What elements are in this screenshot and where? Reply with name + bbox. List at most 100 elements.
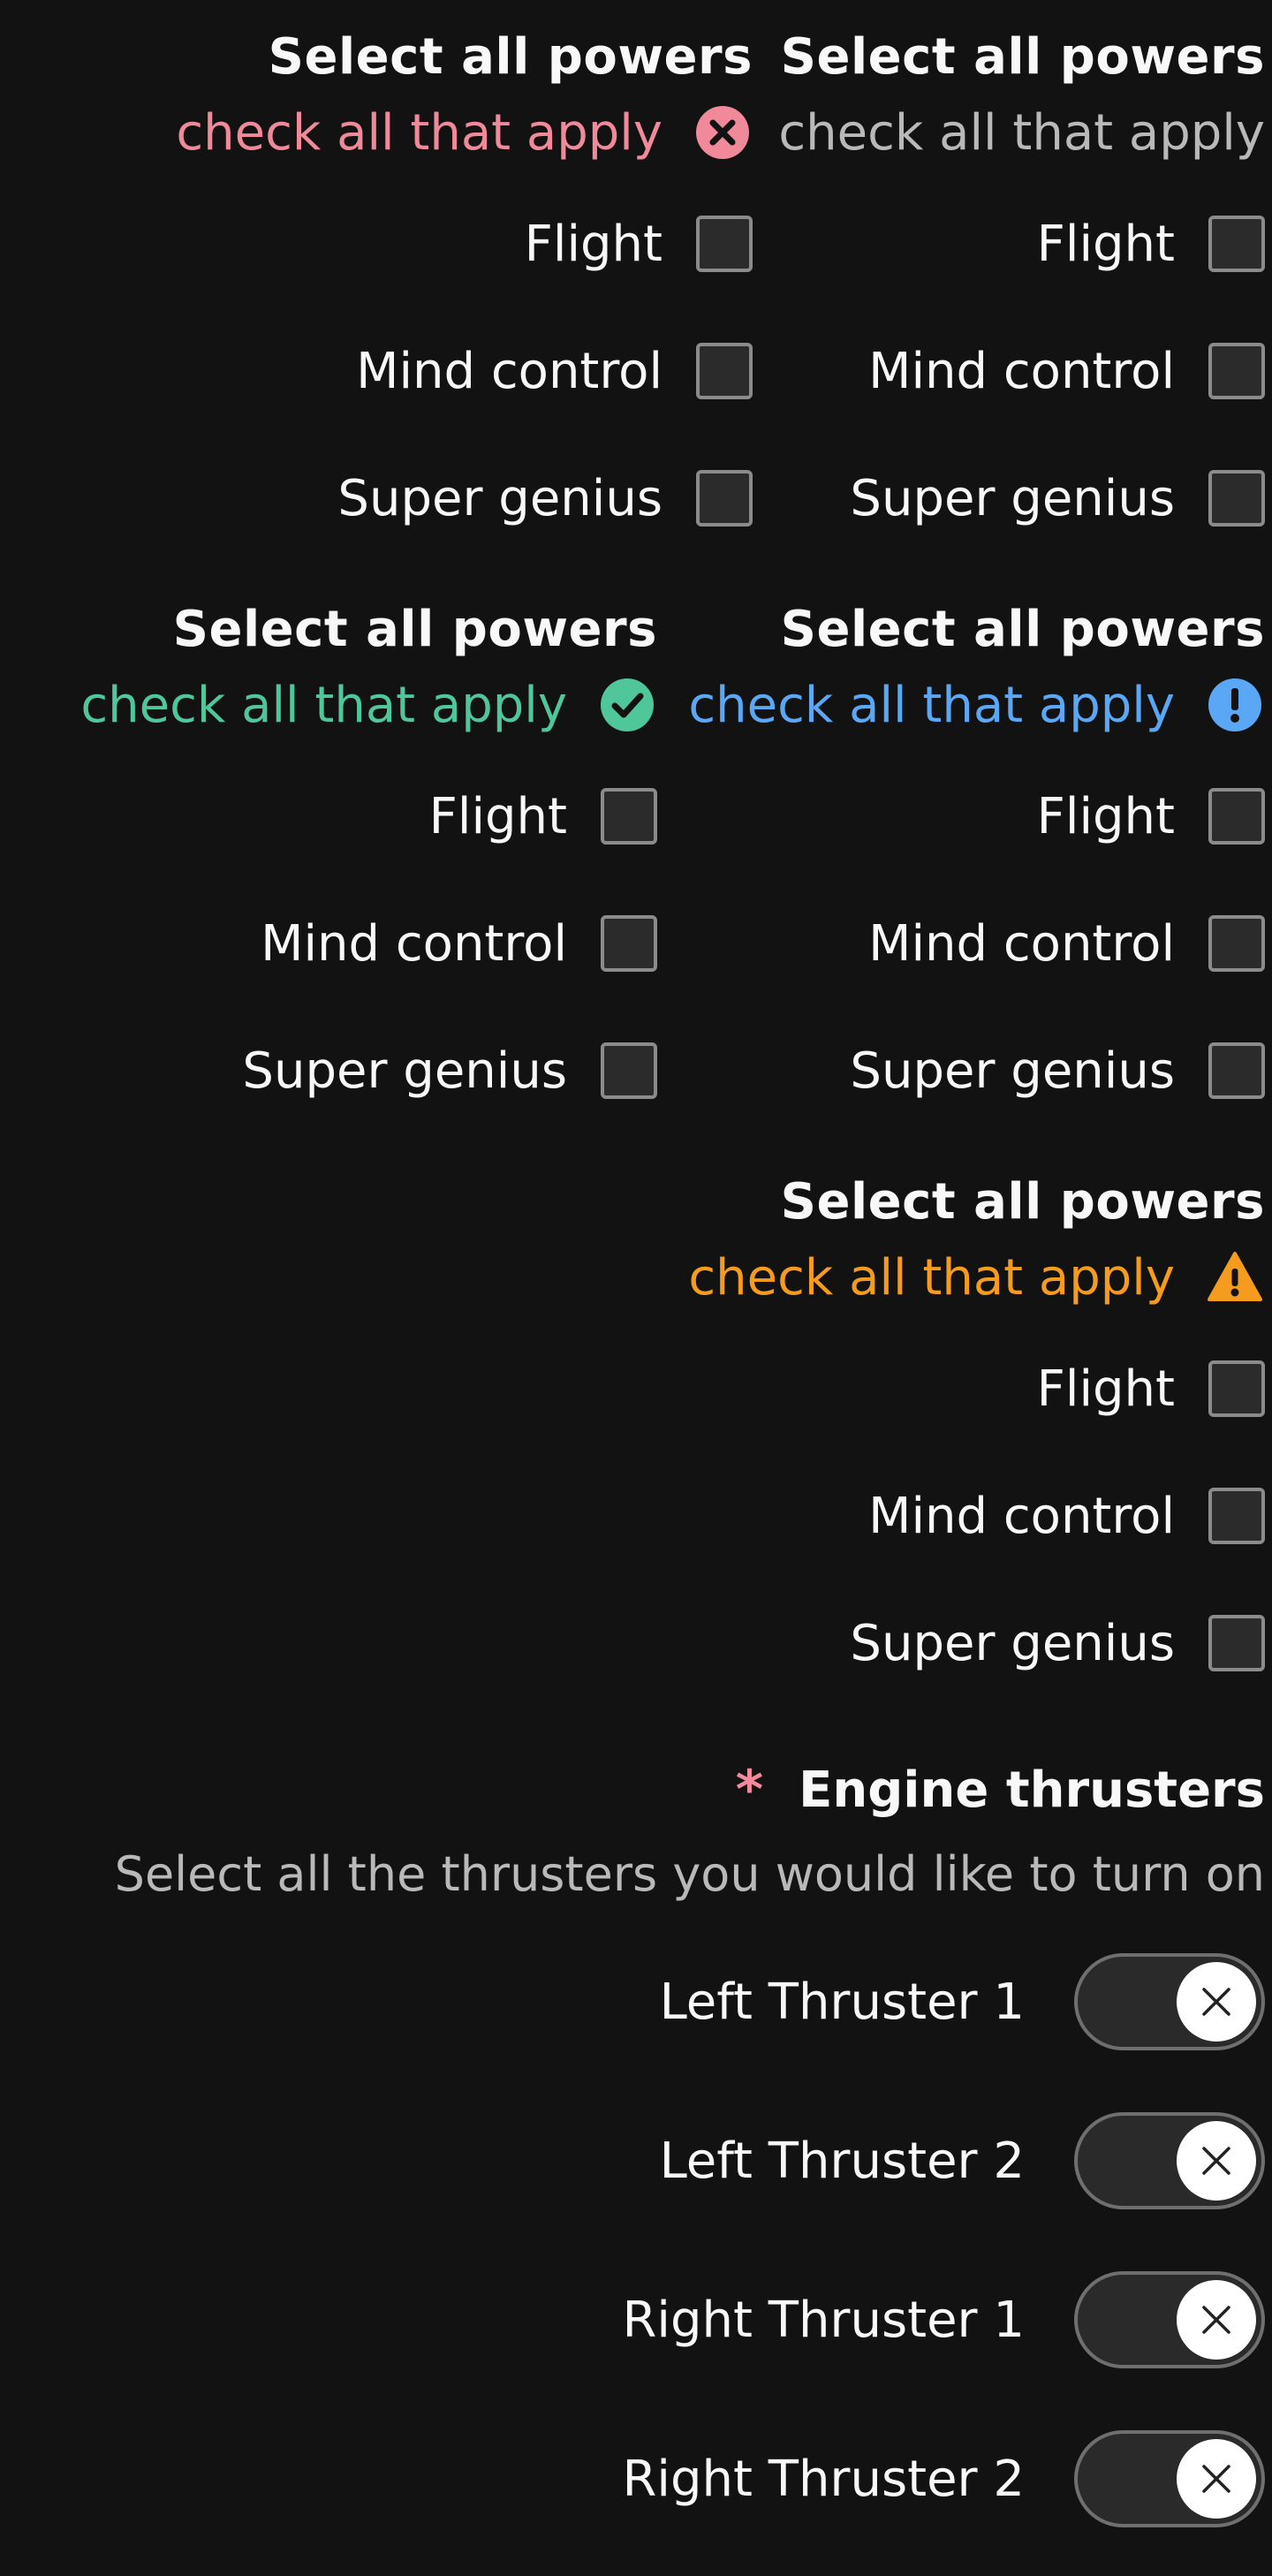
engine-description-row: Select all the thrusters you would like … [115, 1825, 1265, 1922]
group-hint-row: check all that apply [176, 85, 753, 180]
option-row[interactable]: Mind control [868, 307, 1265, 435]
option-row[interactable]: Flight [429, 753, 657, 880]
option-row[interactable]: Mind control [868, 1452, 1265, 1580]
checkbox[interactable] [696, 216, 753, 272]
group-hint: check all that apply [688, 1248, 1175, 1307]
x-icon [1202, 2306, 1230, 2334]
group-title-row: Select all powers [780, 600, 1265, 658]
engine-title: Engine thrusters [799, 1761, 1265, 1819]
checkbox[interactable] [1208, 915, 1265, 972]
option-label[interactable]: Mind control [261, 915, 567, 973]
option-label[interactable]: Flight [1037, 788, 1175, 845]
option-label[interactable]: Mind control [868, 1488, 1175, 1545]
option-label[interactable]: Super genius [850, 1042, 1175, 1100]
option-row[interactable]: Mind control [868, 880, 1265, 1007]
option-label[interactable]: Flight [429, 788, 567, 845]
toggle-row[interactable]: Right Thruster 2 [622, 2399, 1265, 2558]
group-title-row: Select all powers [780, 1172, 1265, 1231]
option-row[interactable]: Super genius [850, 435, 1265, 562]
toggle-row[interactable]: Left Thruster 1 [660, 1922, 1265, 2081]
group-hint: check all that apply [176, 103, 662, 162]
checkbox[interactable] [601, 915, 657, 972]
checkbox[interactable] [1208, 1042, 1265, 1099]
toggle-label[interactable]: Left Thruster 1 [660, 1974, 1025, 2031]
group-title-row: Select all powers [268, 27, 753, 86]
group-title: Select all powers [780, 600, 1265, 658]
toggle-knob [1177, 2121, 1256, 2201]
group-hint-row: check all that apply [778, 85, 1265, 180]
group-hint: check all that apply [778, 103, 1265, 162]
toggle-knob [1177, 1962, 1256, 2042]
powers-group-warning: Select all powers check all that apply F… [688, 1173, 1265, 1707]
checkbox[interactable] [696, 470, 753, 527]
checkbox[interactable] [1208, 788, 1265, 845]
checkbox[interactable] [1208, 1615, 1265, 1671]
option-row[interactable]: Mind control [261, 880, 657, 1007]
group-hint-row: check all that apply [688, 657, 1265, 753]
info-circle-icon [1205, 675, 1265, 735]
checkbox[interactable] [1208, 1360, 1265, 1417]
toggle-label[interactable]: Right Thruster 2 [622, 2451, 1025, 2508]
option-row[interactable]: Super genius [850, 1007, 1265, 1134]
group-title: Select all powers [780, 1172, 1265, 1231]
powers-group-info: Select all powers check all that apply F… [688, 601, 1265, 1134]
group-title-row: Select all powers [780, 27, 1265, 86]
x-icon [1202, 1988, 1230, 2016]
option-row[interactable]: Super genius [337, 435, 753, 562]
checkbox[interactable] [696, 343, 753, 399]
checkbox[interactable] [601, 1042, 657, 1099]
group-hint-row: check all that apply [80, 657, 657, 753]
toggle-knob [1177, 2280, 1256, 2360]
checkbox[interactable] [1208, 470, 1265, 527]
option-row[interactable]: Flight [1037, 180, 1265, 307]
x-icon [1202, 2147, 1230, 2175]
toggle-knob [1177, 2439, 1256, 2519]
group-hint-row: check all that apply [688, 1230, 1265, 1325]
warning-triangle-icon [1205, 1247, 1265, 1307]
engine-description: Select all the thrusters you would like … [114, 1845, 1265, 1902]
toggle-switch[interactable] [1074, 1953, 1265, 2050]
powers-group-success: Select all powers check all that apply F… [80, 601, 657, 1134]
group-title: Select all powers [268, 27, 753, 86]
option-label[interactable]: Super genius [850, 1615, 1175, 1672]
option-label[interactable]: Mind control [868, 343, 1175, 400]
option-row[interactable]: Flight [525, 180, 753, 307]
option-label[interactable]: Super genius [242, 1042, 567, 1100]
engine-title-row: * Engine thrusters [736, 1754, 1265, 1825]
group-hint: check all that apply [688, 676, 1175, 734]
checkbox[interactable] [601, 788, 657, 845]
toggle-row[interactable]: Right Thruster 1 [622, 2240, 1265, 2399]
powers-group-default: Select all powers check all that apply F… [778, 28, 1265, 562]
required-marker: * [735, 1759, 764, 1821]
toggle-switch[interactable] [1074, 2271, 1265, 2368]
option-label[interactable]: Mind control [868, 915, 1175, 973]
engine-thrusters-group: * Engine thrusters Select all the thrust… [115, 1754, 1265, 2558]
group-title: Select all powers [780, 27, 1265, 86]
option-label[interactable]: Flight [1037, 216, 1175, 273]
group-hint: check all that apply [80, 676, 567, 734]
toggle-switch[interactable] [1074, 2112, 1265, 2209]
group-title: Select all powers [172, 600, 657, 658]
checkbox[interactable] [1208, 216, 1265, 272]
error-circle-icon [693, 102, 753, 163]
x-icon [1202, 2465, 1230, 2493]
group-title-row: Select all powers [172, 600, 657, 658]
option-row[interactable]: Flight [1037, 1325, 1265, 1452]
toggle-label[interactable]: Right Thruster 1 [622, 2292, 1025, 2349]
option-row[interactable]: Super genius [242, 1007, 657, 1134]
toggle-row[interactable]: Left Thruster 2 [660, 2081, 1265, 2240]
option-label[interactable]: Super genius [850, 470, 1175, 527]
toggle-label[interactable]: Left Thruster 2 [660, 2133, 1025, 2190]
toggle-switch[interactable] [1074, 2430, 1265, 2527]
check-circle-icon [597, 675, 657, 735]
powers-group-error: Select all powers check all that apply F… [176, 28, 753, 562]
checkbox[interactable] [1208, 343, 1265, 399]
checkbox[interactable] [1208, 1488, 1265, 1544]
option-label[interactable]: Mind control [356, 343, 662, 400]
option-row[interactable]: Flight [1037, 753, 1265, 880]
option-label[interactable]: Flight [525, 216, 662, 273]
option-row[interactable]: Mind control [356, 307, 753, 435]
option-label[interactable]: Flight [1037, 1360, 1175, 1418]
option-label[interactable]: Super genius [337, 470, 662, 527]
option-row[interactable]: Super genius [850, 1580, 1265, 1707]
